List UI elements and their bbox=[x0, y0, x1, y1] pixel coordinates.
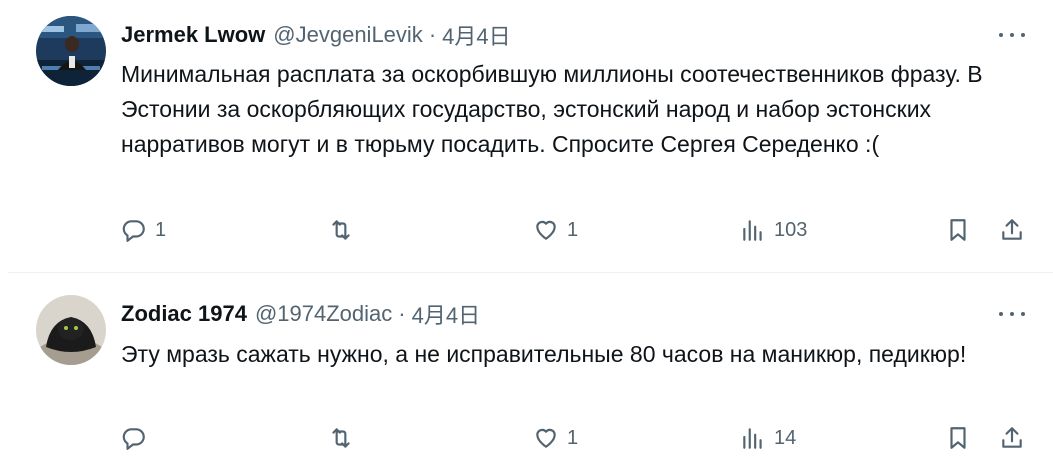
tweet-text: Минимальная расплата за оскорбившую милл… bbox=[121, 61, 983, 157]
share-icon bbox=[1002, 427, 1022, 448]
more-icon[interactable] bbox=[999, 29, 1025, 41]
separator-dot: · bbox=[428, 22, 437, 47]
bookmark-button[interactable] bbox=[945, 425, 971, 451]
view-count: 14 bbox=[774, 426, 797, 449]
share-icon bbox=[1002, 219, 1022, 240]
author-handle[interactable]: @JevgeniLevik bbox=[273, 22, 423, 48]
reply-icon bbox=[122, 428, 145, 450]
views-button[interactable]: 14 bbox=[740, 425, 796, 451]
avatar[interactable] bbox=[36, 16, 106, 86]
heart-icon bbox=[536, 220, 556, 240]
like-button[interactable]: 1 bbox=[533, 217, 578, 243]
avatar[interactable] bbox=[36, 295, 106, 365]
retweet-button[interactable] bbox=[328, 217, 362, 243]
retweet-icon bbox=[332, 428, 350, 448]
more-icon[interactable] bbox=[999, 308, 1025, 320]
retweet-icon bbox=[332, 220, 350, 240]
like-button[interactable]: 1 bbox=[533, 425, 578, 451]
tweet[interactable]: Jermek Lwow @JevgeniLevik · 4月4日 Минимал… bbox=[0, 0, 1053, 272]
author-handle[interactable]: @1974Zodiac bbox=[255, 301, 392, 327]
reply-button[interactable] bbox=[121, 425, 155, 451]
view-count: 103 bbox=[774, 218, 808, 241]
share-button[interactable] bbox=[999, 425, 1025, 451]
bookmark-icon bbox=[950, 427, 966, 449]
bookmark-button[interactable] bbox=[945, 217, 971, 243]
tweet-header: Jermek Lwow @JevgeniLevik · 4月4日 bbox=[121, 19, 511, 51]
retweet-button[interactable] bbox=[328, 425, 362, 451]
share-button[interactable] bbox=[999, 217, 1025, 243]
reply-count: 1 bbox=[155, 218, 167, 241]
like-count: 1 bbox=[567, 218, 579, 241]
author-name[interactable]: Jermek Lwow bbox=[121, 22, 265, 48]
reply-button[interactable]: 1 bbox=[121, 217, 166, 243]
tweet-date[interactable]: 4月4日 bbox=[442, 19, 510, 51]
heart-icon bbox=[536, 428, 556, 448]
separator-dot: · bbox=[398, 301, 406, 326]
views-button[interactable]: 103 bbox=[740, 217, 807, 243]
views-icon bbox=[743, 220, 762, 241]
author-name[interactable]: Zodiac 1974 bbox=[121, 301, 247, 327]
like-count: 1 bbox=[567, 426, 579, 449]
tweet-header: Zodiac 1974 @1974Zodiac · 4月4日 bbox=[121, 298, 480, 330]
bookmark-icon bbox=[950, 219, 966, 241]
tweet-text: Эту мразь сажать нужно, а не исправитель… bbox=[121, 341, 967, 367]
tweet-actions: 1 14 bbox=[0, 425, 1053, 459]
views-icon bbox=[743, 428, 762, 449]
tweet-actions: 1 1 103 bbox=[0, 217, 1053, 251]
tweet-date[interactable]: 4月4日 bbox=[412, 298, 480, 330]
reply-icon bbox=[122, 220, 145, 242]
